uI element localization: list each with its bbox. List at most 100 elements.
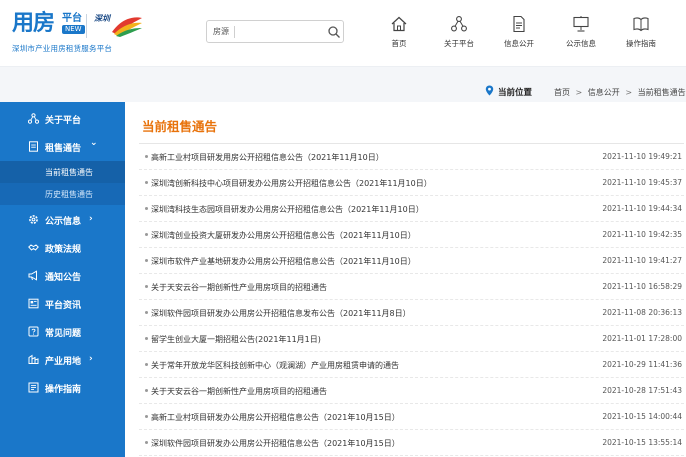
list-item-title[interactable]: 深圳湾创业投资大厦研发办公用房公开招租信息公告（2021年11月10日） — [151, 230, 416, 241]
list-item-date: 2021-11-01 17:28:00 — [602, 334, 682, 343]
bullet-icon — [145, 311, 148, 314]
search-box: 房源 — [206, 20, 344, 43]
logo-divider — [86, 14, 87, 38]
list-item[interactable]: 留学生创业大厦一期招租公告(2021年11月1日) 2021-11-01 17:… — [139, 326, 684, 352]
list-item-date: 2021-11-10 19:42:35 — [602, 230, 682, 239]
search-divider — [234, 26, 235, 38]
breadcrumb-home[interactable]: 首页 — [554, 88, 570, 97]
nav-info-public-label: 信息公开 — [504, 39, 534, 48]
sidebar-item-label: 政策法规 — [45, 245, 82, 255]
list-item-title[interactable]: 深圳软件园项目研发办公用房公开招租信息发布公告（2021年11月8日） — [151, 308, 411, 319]
sidebar-item-label: 操作指南 — [45, 385, 82, 395]
list-item[interactable]: 深圳软件园项目研发办公用房公开招租信息公告（2021年10月15日） 2021-… — [139, 430, 684, 456]
sidebar-item-rental-notices[interactable]: 租售通告 ⌄ — [0, 133, 125, 159]
list-item[interactable]: 高新工业村项目研发用房公开招租信息公告（2021年11月10日） 2021-11… — [139, 144, 684, 170]
sidebar-item-faq[interactable]: 常见问题 — [0, 318, 125, 344]
book-icon — [633, 17, 649, 32]
bullet-icon — [145, 363, 148, 366]
page: 用房 平台 NEW 深圳市产业用房租赁服务平台 深圳 房源 首页 关于平台 信息… — [0, 0, 686, 457]
gear-icon — [29, 215, 38, 224]
list-item-title[interactable]: 深圳市软件产业基地研发办公用房公开招租信息公告（2021年11月10日） — [151, 256, 416, 267]
breadcrumb-info-public[interactable]: 信息公开 — [588, 88, 620, 97]
chevron-right-icon: › — [89, 354, 93, 364]
bullet-icon — [145, 415, 148, 418]
bullet-icon — [145, 337, 148, 340]
breadcrumb-current[interactable]: 当前租售通告 — [638, 88, 686, 97]
logo-main-text[interactable]: 用房 — [12, 12, 55, 36]
sidebar-subitem-current-notices[interactable]: 当前租售通告 — [0, 161, 125, 183]
sidebar-item-label: 平台资讯 — [45, 301, 82, 311]
sidebar-item-label: 公示信息 — [45, 217, 82, 227]
list-item[interactable]: 深圳湾创新科技中心项目研发办公用房公开招租信息公告（2021年11月10日） 2… — [139, 170, 684, 196]
sidebar-item-about[interactable]: 关于平台 — [0, 105, 125, 131]
list-item[interactable]: 深圳软件园项目研发办公用房公开招租信息发布公告（2021年11月8日） 2021… — [139, 300, 684, 326]
sidebar-item-guide[interactable]: 操作指南 — [0, 374, 125, 400]
list-item[interactable]: 深圳湾创业投资大厦研发办公用房公开招租信息公告（2021年11月10日） 202… — [139, 222, 684, 248]
bullet-icon — [145, 233, 148, 236]
breadcrumb-separator: > — [625, 88, 633, 97]
network-icon — [28, 113, 39, 124]
nav-info-public[interactable]: 信息公开 — [491, 15, 547, 55]
logo-subtitle: 深圳市产业用房租赁服务平台 — [12, 44, 113, 53]
sidebar: 关于平台 租售通告 ⌄ 当前租售通告 历史租售通告 公示信息 › 政策法规 通知… — [0, 102, 125, 457]
land-icon — [28, 354, 39, 364]
list-item[interactable]: 关于常年开放龙华区科技创新中心（观澜湖）产业用房租赁申请的通告 2021-10-… — [139, 352, 684, 378]
breadcrumb: 首页 > 信息公开 > 当前租售通告 — [554, 87, 686, 98]
list-item[interactable]: 深圳湾科技生态园项目研发办公用房公开招租信息公告（2021年11月10日） 20… — [139, 196, 684, 222]
nav-about-label: 关于平台 — [444, 39, 474, 48]
list-item-date: 2021-11-10 19:49:21 — [602, 152, 682, 161]
list-item-title[interactable]: 深圳湾创新科技中心项目研发办公用房公开招租信息公告（2021年11月10日） — [151, 178, 432, 189]
list-item[interactable]: 深圳市软件产业基地研发办公用房公开招租信息公告（2021年11月10日） 202… — [139, 248, 684, 274]
sidebar-item-public-info[interactable]: 公示信息 › — [0, 206, 125, 232]
nav-home[interactable]: 首页 — [371, 15, 427, 55]
list-item-title[interactable]: 关于天安云谷一期创新性产业用房项目的招租通告 — [151, 282, 327, 293]
sidebar-item-label: 租售通告 — [45, 144, 82, 154]
nav-about[interactable]: 关于平台 — [431, 15, 487, 55]
guide-icon — [28, 382, 39, 393]
list-item[interactable]: 高新工业村项目研发办公用房公开招租信息公告（2021年10月15日） 2021-… — [139, 404, 684, 430]
news-icon — [28, 298, 39, 309]
search-input[interactable] — [238, 23, 323, 40]
sidebar-subitem-label: 当前租售通告 — [45, 168, 93, 177]
bullet-icon — [145, 207, 148, 210]
sidebar-item-news[interactable]: 平台资讯 — [0, 290, 125, 316]
list-item-title[interactable]: 留学生创业大厦一期招租公告(2021年11月1日) — [151, 334, 321, 345]
nav-public-notice[interactable]: 公示信息 — [553, 15, 609, 55]
megaphone-icon — [28, 270, 37, 281]
list-item-title[interactable]: 高新工业村项目研发办公用房公开招租信息公告（2021年10月15日） — [151, 412, 400, 423]
list-item-date: 2021-10-28 17:51:43 — [602, 386, 682, 395]
sidebar-item-industrial-land[interactable]: 产业用地 › — [0, 346, 125, 372]
logo-new-badge: NEW — [62, 25, 85, 34]
document-icon — [513, 15, 525, 33]
list-item-date: 2021-11-10 19:41:27 — [602, 256, 682, 265]
breadcrumb-bar: 当前位置 首页 > 信息公开 > 当前租售通告 — [0, 66, 686, 102]
bullet-icon — [145, 259, 148, 262]
location-pin-icon — [485, 85, 494, 96]
list-item-title[interactable]: 深圳湾科技生态园项目研发办公用房公开招租信息公告（2021年11月10日） — [151, 204, 424, 215]
list-item-title[interactable]: 深圳软件园项目研发办公用房公开招租信息公告（2021年10月15日） — [151, 438, 400, 449]
bullet-icon — [145, 285, 148, 288]
current-position-label: 当前位置 — [498, 88, 533, 98]
list-item-title[interactable]: 高新工业村项目研发用房公开招租信息公告（2021年11月10日） — [151, 152, 384, 163]
logo-platform-text: 平台 — [62, 13, 82, 24]
network-icon — [451, 16, 467, 32]
main-content: 当前租售通告 高新工业村项目研发用房公开招租信息公告（2021年11月10日） … — [125, 102, 686, 457]
home-icon — [391, 16, 407, 32]
list-item[interactable]: 关于天安云谷一期创新性产业用房项目的招租通告 2021-10-28 17:51:… — [139, 378, 684, 404]
sidebar-item-notices[interactable]: 通知公告 — [0, 262, 125, 288]
sidebar-subitem-history-notices[interactable]: 历史租售通告 — [0, 183, 125, 205]
sidebar-item-policies[interactable]: 政策法规 — [0, 234, 125, 260]
list-item[interactable]: 关于天安云谷一期创新性产业用房项目的招租通告 2021-11-10 16:58:… — [139, 274, 684, 300]
list-item-title[interactable]: 关于常年开放龙华区科技创新中心（观澜湖）产业用房租赁申请的通告 — [151, 360, 399, 371]
list-item-title[interactable]: 关于天安云谷一期创新性产业用房项目的招租通告 — [151, 386, 327, 397]
sidebar-item-label: 关于平台 — [45, 116, 82, 126]
search-icon[interactable] — [327, 25, 341, 39]
bullet-icon — [145, 155, 148, 158]
page-title: 当前租售通告 — [142, 119, 218, 134]
chevron-down-icon: ⌄ — [90, 138, 98, 148]
search-category-label[interactable]: 房源 — [213, 26, 229, 37]
nav-guide[interactable]: 操作指南 — [613, 15, 669, 55]
list-item-date: 2021-10-15 14:00:44 — [602, 412, 682, 421]
handshake-icon — [28, 244, 39, 251]
bullet-icon — [145, 181, 148, 184]
